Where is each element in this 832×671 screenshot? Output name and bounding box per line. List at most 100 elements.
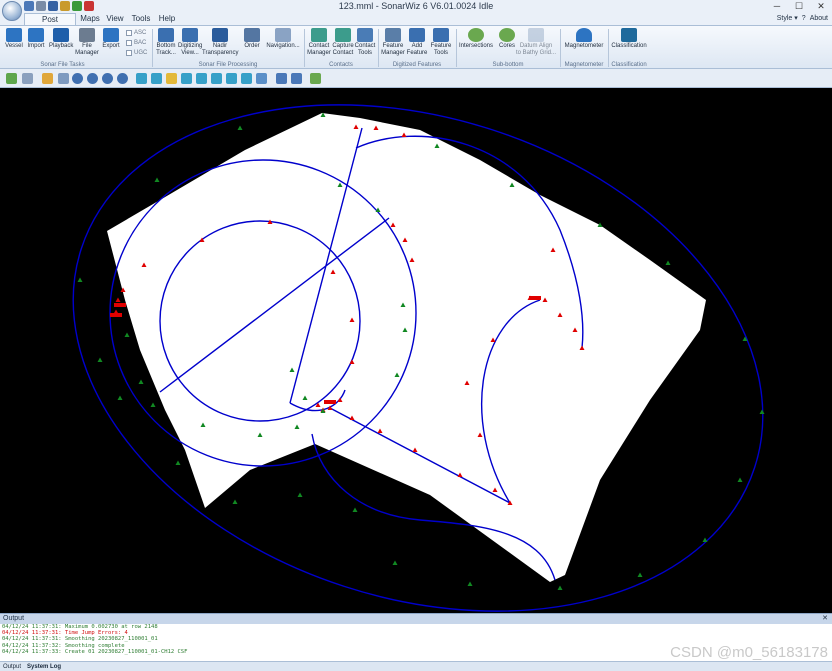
measure-icon[interactable]	[310, 73, 321, 84]
app-window: { "window": { "title": "123.mml - SonarW…	[0, 0, 832, 671]
about-link[interactable]: About	[810, 13, 828, 25]
ping-marker-green	[237, 125, 243, 130]
ping-marker-green	[138, 379, 144, 384]
style-menu[interactable]: Style ▾	[777, 13, 798, 25]
navigation-icon	[275, 28, 291, 42]
import-button[interactable]: Import	[25, 28, 47, 61]
group-classification: Classification	[611, 62, 647, 68]
classification-button[interactable]: Classification	[610, 28, 648, 61]
minimize-button[interactable]: ─	[766, 0, 788, 12]
group-sub-bottom: Sub-bottom	[492, 62, 524, 68]
layer-tool-2-icon[interactable]	[151, 73, 162, 84]
ugc-checkbox[interactable]: UGC	[126, 50, 147, 56]
datum-align-icon	[528, 28, 544, 42]
app-menu-button[interactable]	[2, 1, 22, 21]
feature-manager-label: Feature Manager	[381, 43, 405, 56]
map-canvas	[72, 104, 765, 612]
cores-label: Cores	[498, 43, 515, 49]
intersections-button[interactable]: Intersections	[458, 28, 494, 61]
ping-marker-green	[467, 581, 473, 586]
layer-tool-4-icon[interactable]	[181, 73, 192, 84]
cores-button[interactable]: Cores	[496, 28, 518, 61]
file-manager-label: File Manager	[75, 43, 99, 56]
contact-tools-button[interactable]: Contact Tools	[354, 28, 376, 61]
tab-output[interactable]: Output	[3, 664, 21, 670]
layer-tool-8-icon[interactable]	[241, 73, 252, 84]
contact-manager-icon	[311, 28, 327, 42]
feature-tools-button[interactable]: Feature Tools	[430, 28, 452, 61]
layer-tool-9-icon[interactable]	[256, 73, 267, 84]
zoom-box-icon[interactable]	[58, 73, 69, 84]
feature-manager-button[interactable]: Feature Manager	[380, 28, 406, 61]
tab-post-processing[interactable]: Post Processing	[24, 13, 76, 36]
feature-manager-icon	[385, 28, 401, 42]
digitizing-view-button[interactable]: Digitizing View...	[178, 28, 202, 61]
add-feature-label: Add Feature	[406, 43, 428, 56]
export-label: Export	[102, 43, 120, 49]
file-manager-button[interactable]: File Manager	[74, 28, 100, 61]
output-close-icon[interactable]: ✕	[822, 614, 828, 624]
tab-tools[interactable]: Tools	[128, 13, 154, 25]
file-manager-icon	[79, 28, 95, 42]
navigation-button[interactable]: Navigation...	[264, 28, 302, 61]
ping-marker-green	[232, 499, 238, 504]
output-tab-bar: Output System Log	[0, 661, 832, 671]
order-icon	[244, 28, 260, 42]
layer-tool-5-icon[interactable]	[196, 73, 207, 84]
magnetometer-button[interactable]: Magnetometer	[562, 28, 606, 61]
tab-system-log[interactable]: System Log	[27, 664, 61, 670]
group-magnetometer: Magnetometer	[564, 62, 604, 68]
bac-label: BAC	[134, 40, 147, 46]
zoom-extent-icon[interactable]	[102, 73, 113, 84]
layer-tool-1-icon[interactable]	[136, 73, 147, 84]
ping-marker-green	[117, 395, 123, 400]
ping-marker-green	[759, 409, 765, 414]
nadir-transparency-button[interactable]: Nadir Transparency	[202, 28, 238, 61]
forward-arrow-icon[interactable]	[291, 73, 302, 84]
coverage-polygon	[107, 113, 706, 582]
marker-cluster	[114, 303, 126, 307]
asc-label: ASC	[134, 30, 147, 36]
back-arrow-icon[interactable]	[276, 73, 287, 84]
ping-marker-green	[392, 560, 398, 565]
tab-help[interactable]: Help	[156, 13, 178, 25]
layer-tool-7-icon[interactable]	[226, 73, 237, 84]
close-button[interactable]: ✕	[810, 0, 832, 12]
feature-tools-label: Feature Tools	[430, 43, 452, 56]
playback-icon	[53, 28, 69, 42]
asc-checkbox[interactable]: ASC	[126, 30, 146, 36]
capture-contact-icon	[335, 28, 351, 42]
add-feature-button[interactable]: Add Feature	[406, 28, 428, 61]
bac-checkbox[interactable]: BAC	[126, 40, 146, 46]
vessel-label: Vessel	[5, 43, 23, 49]
add-feature-icon	[409, 28, 425, 42]
info-icon[interactable]	[117, 73, 128, 84]
datum-align-button[interactable]: Datum Align to Bathy Grid...	[516, 28, 556, 61]
tab-maps[interactable]: Maps	[78, 13, 102, 25]
zoom-out-icon[interactable]	[87, 73, 98, 84]
pan-hand-icon[interactable]	[42, 73, 53, 84]
map-toolbar	[0, 69, 832, 88]
order-button[interactable]: Order	[240, 28, 264, 61]
vessel-icon	[6, 28, 22, 42]
maximize-button[interactable]: ☐	[788, 0, 810, 12]
bottom-track-icon	[158, 28, 174, 42]
layer-tool-6-icon[interactable]	[211, 73, 222, 84]
layer-tool-3-icon[interactable]	[166, 73, 177, 84]
help-icon[interactable]: ?	[802, 13, 806, 25]
tab-view[interactable]: View	[104, 13, 126, 25]
contact-manager-button[interactable]: Contact Manager	[306, 28, 332, 61]
vessel-button[interactable]: Vessel	[3, 28, 25, 61]
group-contacts: Contacts	[329, 62, 353, 68]
ping-marker-green	[352, 507, 358, 512]
export-button[interactable]: Export	[100, 28, 122, 61]
copy-icon[interactable]	[22, 73, 33, 84]
playback-button[interactable]: Playback	[49, 28, 73, 61]
map-view[interactable]	[0, 88, 832, 613]
capture-contact-button[interactable]: Capture Contact	[332, 28, 354, 61]
capture-contact-label: Capture Contact	[332, 43, 354, 56]
bottom-track-button[interactable]: Bottom Track...	[154, 28, 178, 61]
zoom-in-icon[interactable]	[72, 73, 83, 84]
output-panel: Output ✕ 04/12/24 11:37:31: Maximum 0.00…	[0, 613, 832, 671]
select-pointer-icon[interactable]	[6, 73, 17, 84]
